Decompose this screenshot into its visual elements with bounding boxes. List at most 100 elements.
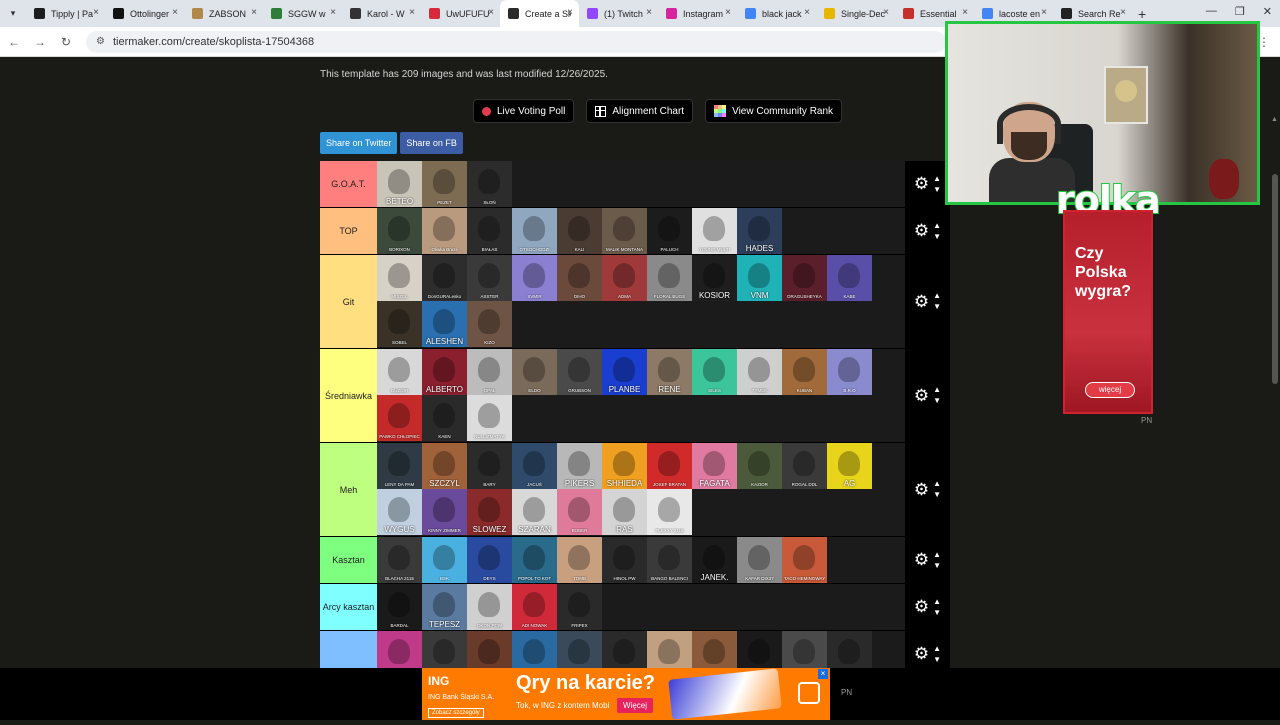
- tier-item[interactable]: DIHO: [557, 255, 602, 301]
- tier-item[interactable]: RAS: [602, 489, 647, 535]
- alignment-chart-button[interactable]: Alignment Chart: [586, 99, 694, 123]
- live-voting-poll-button[interactable]: Live Voting Poll: [473, 99, 575, 123]
- chevron-up-icon[interactable]: ▲: [933, 221, 941, 230]
- tier-item[interactable]: DEYS: [467, 537, 512, 583]
- tier-items[interactable]: BARDAL TEPESZ OKON PDW ADI NOWAK FRIPEX: [377, 584, 905, 630]
- tier-item[interactable]: B.R.O: [827, 349, 872, 395]
- tier-item[interactable]: JOSEF BRATAN: [647, 443, 692, 489]
- tier-item[interactable]: FLEXXY 2115: [647, 489, 692, 535]
- browser-tab[interactable]: Create a Sk ×: [500, 0, 579, 27]
- tab-close-icon[interactable]: ×: [488, 7, 494, 18]
- tab-close-icon[interactable]: ×: [725, 7, 731, 18]
- tab-close-icon[interactable]: ×: [646, 7, 652, 18]
- tab-close-icon[interactable]: ×: [172, 7, 178, 18]
- tier-item[interactable]: KALI: [557, 208, 602, 254]
- tier-item[interactable]: FAGATA: [692, 443, 737, 489]
- minimize-icon[interactable]: —: [1206, 5, 1217, 18]
- ad-close-icon[interactable]: ×: [818, 669, 828, 679]
- forward-icon[interactable]: →: [28, 35, 52, 49]
- tier-item[interactable]: FLORAL BUGS: [647, 255, 692, 301]
- gear-icon[interactable]: ⚙: [914, 480, 929, 500]
- tier-item[interactable]: BOBER: [557, 489, 602, 535]
- tier-label[interactable]: Meh: [320, 443, 377, 536]
- tier-item[interactable]: TACO HEMINGWAY: [782, 537, 827, 583]
- chevron-up-icon[interactable]: ▲: [933, 644, 941, 653]
- tab-close-icon[interactable]: ×: [330, 7, 336, 18]
- chevron-up-icon[interactable]: ▲: [933, 480, 941, 488]
- tab-search-button[interactable]: ▾: [0, 0, 26, 27]
- gear-icon[interactable]: ⚙: [914, 597, 929, 617]
- browser-tab[interactable]: (1) Twitch ×: [579, 0, 658, 27]
- tier-item[interactable]: PEZET: [422, 161, 467, 207]
- chevron-down-icon[interactable]: ▼: [933, 185, 941, 194]
- community-rank-button[interactable]: View Community Rank: [705, 99, 843, 123]
- browser-tab[interactable]: SGGW w ×: [263, 0, 342, 27]
- tier-item[interactable]: VNM: [737, 255, 782, 301]
- tier-item[interactable]: MISZEL: [377, 255, 422, 301]
- tier-items[interactable]: BLACHA 2115 BSK DEYS POPOL TO KOT TOMB HINOL …: [377, 537, 905, 583]
- new-tab-button[interactable]: +: [1138, 6, 1146, 22]
- tier-label[interactable]: Średniawka: [320, 349, 377, 442]
- tier-item[interactable]: LENY DA PAM: [377, 443, 422, 489]
- tier-item[interactable]: SOBEL: [377, 301, 422, 347]
- tier-item[interactable]: BETEO: [377, 161, 422, 207]
- tier-item[interactable]: AG: [827, 443, 872, 489]
- tier-items[interactable]: BETEO PEZET SŁOŃ: [377, 161, 905, 207]
- bottom-advert[interactable]: ING ING Bank Śląski S.A. Zobacz szczegół…: [422, 668, 830, 720]
- tier-label[interactable]: Arcy kasztan: [320, 584, 377, 630]
- tier-item[interactable]: BARDAL: [377, 584, 422, 630]
- reload-icon[interactable]: ↻: [54, 35, 78, 49]
- site-info-icon[interactable]: ⚙: [96, 36, 105, 47]
- tier-item[interactable]: SZCZYL: [422, 443, 467, 489]
- tier-item[interactable]: GRUBSON: [557, 349, 602, 395]
- tier-label[interactable]: Kasztan: [320, 537, 377, 583]
- gear-icon[interactable]: ⚙: [914, 386, 929, 406]
- chevron-down-icon[interactable]: ▼: [933, 303, 941, 311]
- restore-icon[interactable]: ❐: [1235, 5, 1245, 18]
- back-icon[interactable]: ←: [2, 35, 26, 49]
- tier-item[interactable]: SHHIEDA: [602, 443, 647, 489]
- chevron-down-icon[interactable]: ▼: [933, 491, 941, 499]
- tier-item[interactable]: JANEK.: [692, 537, 737, 583]
- browser-tab[interactable]: Instagram ×: [658, 0, 737, 27]
- tier-item[interactable]: MALIK MONTANA: [602, 208, 647, 254]
- tier-item[interactable]: SZARAN: [512, 489, 557, 535]
- tier-item[interactable]: ALBERTO: [422, 349, 467, 395]
- tier-item[interactable]: SILES: [692, 349, 737, 395]
- chevron-down-icon[interactable]: ▼: [933, 608, 941, 617]
- gear-icon[interactable]: ⚙: [914, 644, 929, 664]
- tier-item[interactable]: ASSTER: [467, 255, 512, 301]
- tier-item[interactable]: PIKERS: [557, 443, 602, 489]
- tab-close-icon[interactable]: ×: [409, 7, 415, 18]
- tier-item[interactable]: KUBAN: [782, 349, 827, 395]
- url-input[interactable]: ⚙ tiermaker.com/create/skoplista-1750436…: [86, 30, 946, 53]
- tier-item[interactable]: WYGUŚ: [377, 489, 422, 535]
- tier-item[interactable]: PLANBE: [602, 349, 647, 395]
- tier-item[interactable]: BLACHA 2115: [377, 537, 422, 583]
- tier-item[interactable]: KAZIOR: [737, 443, 782, 489]
- tab-close-icon[interactable]: ×: [804, 7, 810, 18]
- ad-details-link[interactable]: Zobacz szczegóły: [428, 708, 484, 718]
- tab-close-icon[interactable]: ×: [567, 7, 573, 18]
- tier-item[interactable]: POPOL TO KOT: [512, 537, 557, 583]
- tier-item[interactable]: BARY: [467, 443, 512, 489]
- tier-item[interactable]: KIZO: [467, 301, 512, 347]
- tier-item[interactable]: KINNY ZIMMER: [422, 489, 467, 535]
- tier-item[interactable]: TOMB: [557, 537, 602, 583]
- tier-item[interactable]: SVM!R: [512, 255, 557, 301]
- tab-close-icon[interactable]: ×: [251, 7, 257, 18]
- tier-item[interactable]: KAEN: [422, 395, 467, 441]
- browser-tab[interactable]: Tipply | Pa ×: [26, 0, 105, 27]
- tier-item[interactable]: OKON PDW: [467, 584, 512, 630]
- browser-tab[interactable]: Single-Dec ×: [816, 0, 895, 27]
- tier-label[interactable]: G.O.A.T.: [320, 161, 377, 207]
- page-scrollbar[interactable]: ▲: [1270, 114, 1280, 725]
- tier-item[interactable]: TEPESZ: [422, 584, 467, 630]
- tab-close-icon[interactable]: ×: [93, 7, 99, 18]
- browser-tab[interactable]: Ottolinger ×: [105, 0, 184, 27]
- tier-item[interactable]: DRAGUSHEYKA: [782, 255, 827, 301]
- side-advert-button[interactable]: więcej: [1085, 382, 1135, 398]
- tier-item[interactable]: HADES: [737, 208, 782, 254]
- chevron-up-icon[interactable]: ▲: [933, 292, 941, 300]
- chevron-down-icon[interactable]: ▼: [933, 655, 941, 664]
